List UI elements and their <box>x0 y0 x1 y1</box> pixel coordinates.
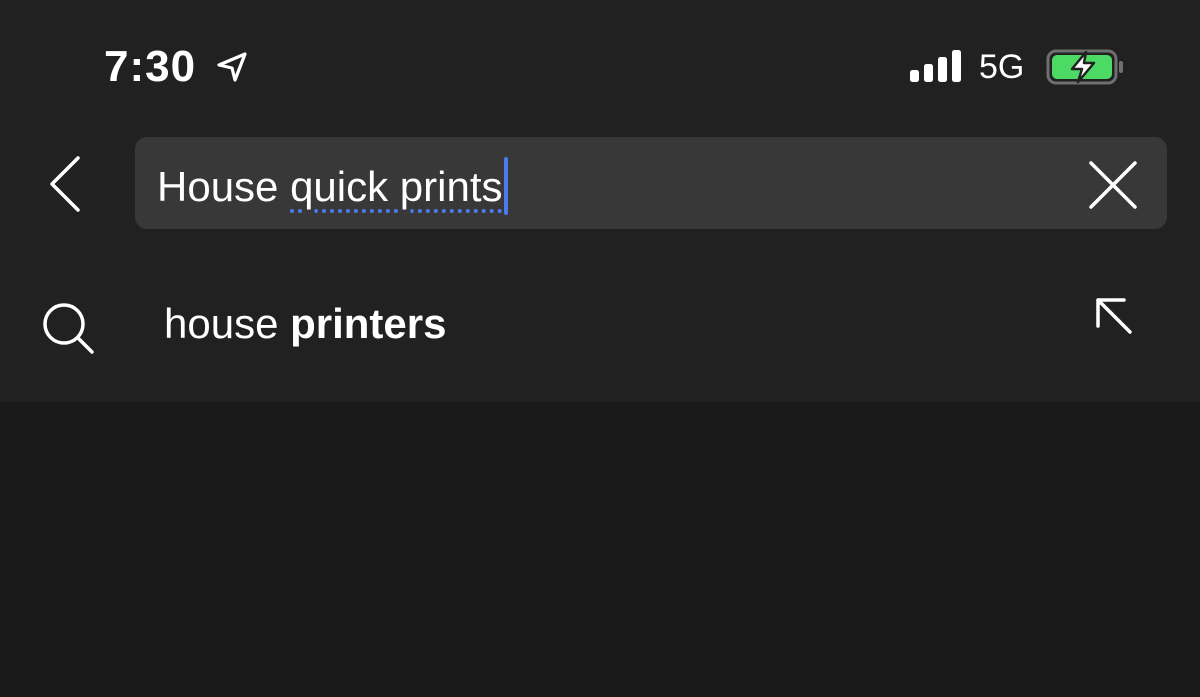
network-type: 5G <box>979 48 1025 86</box>
search-query-misspelled: quick prints <box>290 163 503 210</box>
back-button[interactable] <box>38 152 94 216</box>
search-icon <box>43 303 94 354</box>
screen: 7:30 5G House quick prints house printer… <box>0 0 1200 697</box>
search-panel: 7:30 5G House quick prints house printer… <box>0 0 1200 402</box>
suggestion-completion: printers <box>290 300 447 347</box>
arrow-up-left-icon[interactable] <box>1092 294 1136 338</box>
signal-bars-icon <box>910 50 961 82</box>
text-caret <box>503 157 508 215</box>
suggestion-prefix: house <box>164 300 291 347</box>
location-arrow-icon <box>217 52 247 82</box>
suggestion-label: house printers <box>164 298 446 350</box>
search-input[interactable]: House quick prints <box>157 157 1057 215</box>
search-query-prefix: House <box>157 163 291 210</box>
status-time: 7:30 <box>104 42 197 91</box>
search-field[interactable]: House quick prints <box>135 137 1167 229</box>
suggestion-item[interactable]: house printers <box>0 272 1200 376</box>
battery-charging-icon <box>1046 49 1123 85</box>
close-icon[interactable] <box>1087 159 1139 211</box>
